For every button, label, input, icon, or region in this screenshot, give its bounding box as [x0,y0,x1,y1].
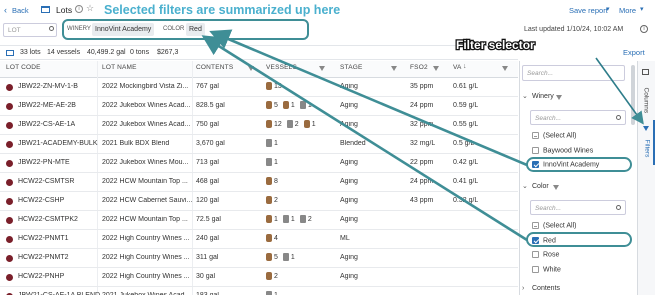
annotation-arrows [201,29,644,242]
arrow-winery-to-chip [209,29,528,167]
arrow-red-to-chip [201,35,528,242]
arrow-selector-to-filters-tab [595,57,644,125]
